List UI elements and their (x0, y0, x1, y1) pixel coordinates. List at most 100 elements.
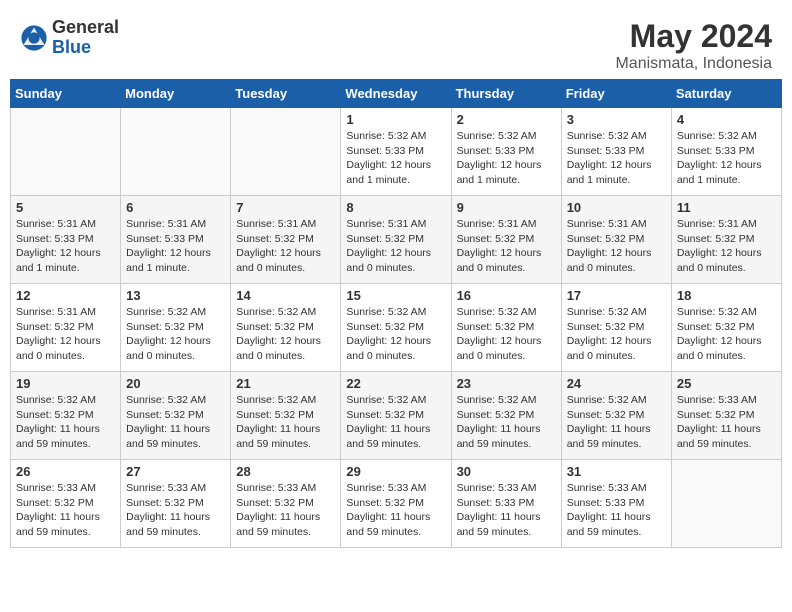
th-saturday: Saturday (671, 80, 781, 108)
day-info-24: Sunrise: 5:32 AM Sunset: 5:32 PM Dayligh… (567, 393, 666, 452)
day-info-28: Sunrise: 5:33 AM Sunset: 5:32 PM Dayligh… (236, 481, 335, 540)
day-info-30: Sunrise: 5:33 AM Sunset: 5:33 PM Dayligh… (457, 481, 556, 540)
day-info-2: Sunrise: 5:32 AM Sunset: 5:33 PM Dayligh… (457, 129, 556, 188)
cell-w5-d5: 30 Sunrise: 5:33 AM Sunset: 5:33 PM Dayli… (451, 460, 561, 548)
month-title: May 2024 (615, 18, 772, 55)
day-info-11: Sunrise: 5:31 AM Sunset: 5:32 PM Dayligh… (677, 217, 776, 276)
day-number-18: 18 (677, 288, 776, 303)
day-info-13: Sunrise: 5:32 AM Sunset: 5:32 PM Dayligh… (126, 305, 225, 364)
week-row-2: 5 Sunrise: 5:31 AM Sunset: 5:33 PM Daylig… (11, 196, 782, 284)
day-info-8: Sunrise: 5:31 AM Sunset: 5:32 PM Dayligh… (346, 217, 445, 276)
title-area: May 2024 Manismata, Indonesia (615, 18, 772, 73)
day-number-19: 19 (16, 376, 115, 391)
th-thursday: Thursday (451, 80, 561, 108)
logo-general-text: General (52, 18, 119, 38)
week-row-3: 12Sunrise: 5:31 AM Sunset: 5:32 PM Dayli… (11, 284, 782, 372)
cell-w3-d1: 12Sunrise: 5:31 AM Sunset: 5:32 PM Dayli… (11, 284, 121, 372)
day-number-20: 20 (126, 376, 225, 391)
cell-w4-d1: 19 Sunrise: 5:32 AM Sunset: 5:32 PM Dayli… (11, 372, 121, 460)
day-number-27: 27 (126, 464, 225, 479)
day-info-10: Sunrise: 5:31 AM Sunset: 5:32 PM Dayligh… (567, 217, 666, 276)
day-number-17: 17 (567, 288, 666, 303)
calendar-table: Sunday Monday Tuesday Wednesday Thursday… (10, 79, 782, 548)
th-friday: Friday (561, 80, 671, 108)
day-info-17: Sunrise: 5:32 AM Sunset: 5:32 PM Dayligh… (567, 305, 666, 364)
cell-w1-d2 (121, 108, 231, 196)
day-info-23: Sunrise: 5:32 AM Sunset: 5:32 PM Dayligh… (457, 393, 556, 452)
th-monday: Monday (121, 80, 231, 108)
day-number-23: 23 (457, 376, 556, 391)
day-info-25: Sunrise: 5:33 AM Sunset: 5:32 PM Dayligh… (677, 393, 776, 452)
day-number-31: 31 (567, 464, 666, 479)
day-info-18: Sunrise: 5:32 AM Sunset: 5:32 PM Dayligh… (677, 305, 776, 364)
day-number-5: 5 (16, 200, 115, 215)
cell-w3-d2: 13 Sunrise: 5:32 AM Sunset: 5:32 PM Dayli… (121, 284, 231, 372)
day-number-13: 13 (126, 288, 225, 303)
cell-w5-d1: 26Sunrise: 5:33 AM Sunset: 5:32 PM Dayli… (11, 460, 121, 548)
day-info-19: Sunrise: 5:32 AM Sunset: 5:32 PM Dayligh… (16, 393, 115, 452)
cell-w1-d6: 3 Sunrise: 5:32 AM Sunset: 5:33 PM Daylig… (561, 108, 671, 196)
day-number-8: 8 (346, 200, 445, 215)
day-info-9: Sunrise: 5:31 AM Sunset: 5:32 PM Dayligh… (457, 217, 556, 276)
day-number-11: 11 (677, 200, 776, 215)
day-number-29: 29 (346, 464, 445, 479)
day-number-9: 9 (457, 200, 556, 215)
cell-w2-d6: 10 Sunrise: 5:31 AM Sunset: 5:32 PM Dayli… (561, 196, 671, 284)
cell-w2-d7: 11 Sunrise: 5:31 AM Sunset: 5:32 PM Dayli… (671, 196, 781, 284)
day-number-1: 1 (346, 112, 445, 127)
logo: General Blue (20, 18, 119, 58)
day-number-24: 24 (567, 376, 666, 391)
week-row-5: 26Sunrise: 5:33 AM Sunset: 5:32 PM Dayli… (11, 460, 782, 548)
header: General Blue May 2024 Manismata, Indones… (10, 10, 782, 79)
day-number-3: 3 (567, 112, 666, 127)
week-row-1: 1 Sunrise: 5:32 AM Sunset: 5:33 PM Daylig… (11, 108, 782, 196)
weekday-header-row: Sunday Monday Tuesday Wednesday Thursday… (11, 80, 782, 108)
day-number-14: 14 (236, 288, 335, 303)
cell-w3-d4: 15Sunrise: 5:32 AM Sunset: 5:32 PM Dayli… (341, 284, 451, 372)
th-sunday: Sunday (11, 80, 121, 108)
cell-w5-d3: 28 Sunrise: 5:33 AM Sunset: 5:32 PM Dayli… (231, 460, 341, 548)
day-info-29: Sunrise: 5:33 AM Sunset: 5:32 PM Dayligh… (346, 481, 445, 540)
day-number-28: 28 (236, 464, 335, 479)
cell-w2-d5: 9 Sunrise: 5:31 AM Sunset: 5:32 PM Daylig… (451, 196, 561, 284)
day-number-10: 10 (567, 200, 666, 215)
cell-w2-d4: 8 Sunrise: 5:31 AM Sunset: 5:32 PM Daylig… (341, 196, 451, 284)
day-info-15: Sunrise: 5:32 AM Sunset: 5:32 PM Dayligh… (346, 305, 445, 364)
day-info-16: Sunrise: 5:32 AM Sunset: 5:32 PM Dayligh… (457, 305, 556, 364)
day-info-22: Sunrise: 5:32 AM Sunset: 5:32 PM Dayligh… (346, 393, 445, 452)
th-wednesday: Wednesday (341, 80, 451, 108)
cell-w4-d6: 24 Sunrise: 5:32 AM Sunset: 5:32 PM Dayli… (561, 372, 671, 460)
day-number-25: 25 (677, 376, 776, 391)
cell-w5-d2: 27 Sunrise: 5:33 AM Sunset: 5:32 PM Dayli… (121, 460, 231, 548)
day-info-27: Sunrise: 5:33 AM Sunset: 5:32 PM Dayligh… (126, 481, 225, 540)
day-info-3: Sunrise: 5:32 AM Sunset: 5:33 PM Dayligh… (567, 129, 666, 188)
cell-w3-d6: 17 Sunrise: 5:32 AM Sunset: 5:32 PM Dayli… (561, 284, 671, 372)
day-number-22: 22 (346, 376, 445, 391)
cell-w2-d2: 6 Sunrise: 5:31 AM Sunset: 5:33 PM Daylig… (121, 196, 231, 284)
cell-w5-d7 (671, 460, 781, 548)
cell-w1-d7: 4Sunrise: 5:32 AM Sunset: 5:33 PM Daylig… (671, 108, 781, 196)
cell-w1-d3 (231, 108, 341, 196)
calendar-body: 1 Sunrise: 5:32 AM Sunset: 5:33 PM Daylig… (11, 108, 782, 548)
day-info-6: Sunrise: 5:31 AM Sunset: 5:33 PM Dayligh… (126, 217, 225, 276)
cell-w2-d1: 5 Sunrise: 5:31 AM Sunset: 5:33 PM Daylig… (11, 196, 121, 284)
day-info-5: Sunrise: 5:31 AM Sunset: 5:33 PM Dayligh… (16, 217, 115, 276)
cell-w4-d5: 23 Sunrise: 5:32 AM Sunset: 5:32 PM Dayli… (451, 372, 561, 460)
day-info-31: Sunrise: 5:33 AM Sunset: 5:33 PM Dayligh… (567, 481, 666, 540)
cell-w3-d7: 18 Sunrise: 5:32 AM Sunset: 5:32 PM Dayli… (671, 284, 781, 372)
cell-w3-d3: 14Sunrise: 5:32 AM Sunset: 5:32 PM Dayli… (231, 284, 341, 372)
calendar-header: Sunday Monday Tuesday Wednesday Thursday… (11, 80, 782, 108)
cell-w5-d4: 29 Sunrise: 5:33 AM Sunset: 5:32 PM Dayli… (341, 460, 451, 548)
cell-w4-d7: 25 Sunrise: 5:33 AM Sunset: 5:32 PM Dayli… (671, 372, 781, 460)
day-number-6: 6 (126, 200, 225, 215)
day-number-30: 30 (457, 464, 556, 479)
logo-text: General Blue (52, 18, 119, 58)
day-info-7: Sunrise: 5:31 AM Sunset: 5:32 PM Dayligh… (236, 217, 335, 276)
cell-w1-d5: 2Sunrise: 5:32 AM Sunset: 5:33 PM Daylig… (451, 108, 561, 196)
cell-w4-d3: 21Sunrise: 5:32 AM Sunset: 5:32 PM Dayli… (231, 372, 341, 460)
day-number-12: 12 (16, 288, 115, 303)
cell-w5-d6: 31 Sunrise: 5:33 AM Sunset: 5:33 PM Dayli… (561, 460, 671, 548)
logo-blue-text: Blue (52, 38, 119, 58)
logo-icon (20, 24, 48, 52)
day-info-20: Sunrise: 5:32 AM Sunset: 5:32 PM Dayligh… (126, 393, 225, 452)
